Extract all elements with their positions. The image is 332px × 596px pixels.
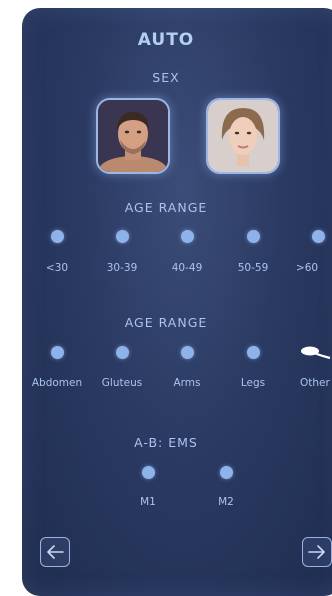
age-option-label: >60 xyxy=(295,262,319,274)
area-option-label: Arms xyxy=(173,377,201,389)
page-title: AUTO xyxy=(137,30,195,50)
age-option-dot[interactable] xyxy=(51,230,64,243)
arrow-right-icon xyxy=(308,545,325,559)
area-option-dot[interactable] xyxy=(181,346,194,359)
ems-option-label: M1 xyxy=(140,496,156,508)
female-avatar-option[interactable] xyxy=(206,98,280,174)
age-option-dot[interactable] xyxy=(116,230,129,243)
back-button[interactable] xyxy=(40,537,70,567)
age-option-dot[interactable] xyxy=(312,230,325,243)
female-face-icon xyxy=(208,100,278,172)
area-option-label: Abdomen xyxy=(31,377,83,389)
ems-section-label: A-B: EMS xyxy=(134,435,198,450)
age-option-dot[interactable] xyxy=(247,230,260,243)
area-option-dot[interactable] xyxy=(51,346,64,359)
arrow-left-icon xyxy=(47,545,64,559)
ems-option-dot[interactable] xyxy=(142,466,155,479)
age-option-label: 50-59 xyxy=(237,262,269,274)
area-option-label: Gluteus xyxy=(101,377,143,389)
area-option-dot[interactable] xyxy=(247,346,260,359)
age-option-label: 30-39 xyxy=(106,262,138,274)
age-range-label: AGE RANGE xyxy=(124,200,208,215)
ems-option-label: M2 xyxy=(218,496,234,508)
body-area-label: AGE RANGE xyxy=(124,315,208,330)
age-option-label: <30 xyxy=(45,262,69,274)
area-option-label: Other xyxy=(300,377,330,389)
next-button[interactable] xyxy=(302,537,332,567)
male-avatar-option[interactable] xyxy=(96,98,170,174)
male-face-icon xyxy=(98,100,168,172)
pointer-hand-icon xyxy=(301,346,331,360)
sex-section-label: SEX xyxy=(152,70,180,85)
area-option-dot[interactable] xyxy=(116,346,129,359)
age-option-label: 40-49 xyxy=(171,262,203,274)
ems-option-dot[interactable] xyxy=(220,466,233,479)
area-option-label: Legs xyxy=(240,377,266,389)
age-option-dot[interactable] xyxy=(181,230,194,243)
